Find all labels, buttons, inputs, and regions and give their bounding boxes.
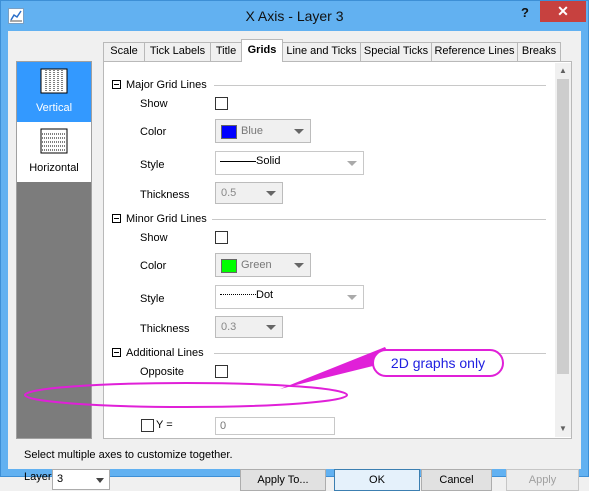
apply-to-button[interactable]: Apply To... <box>240 469 326 491</box>
title-bar[interactable]: X Axis - Layer 3 ? ✕ <box>1 1 588 31</box>
callout-highlight <box>24 347 393 408</box>
chevron-down-icon <box>96 478 104 483</box>
dialog-client-area: Scale Tick Labels Title Grids Line and T… <box>8 31 581 491</box>
layer-label: Layer <box>24 471 52 483</box>
dialog-window: X Axis - Layer 3 ? ✕ Scale Tick Labels T… <box>0 0 589 491</box>
ok-button[interactable]: OK <box>334 469 420 491</box>
help-button[interactable]: ? <box>514 3 536 23</box>
hint-text: Select multiple axes to customize togeth… <box>24 449 233 461</box>
window-title: X Axis - Layer 3 <box>245 8 344 24</box>
layer-select[interactable]: 3 <box>52 469 110 490</box>
callout-bubble: 2D graphs only <box>372 349 504 377</box>
layer-value: 3 <box>57 473 64 485</box>
apply-button[interactable]: Apply <box>506 469 579 491</box>
close-button[interactable]: ✕ <box>540 1 586 22</box>
tab-grids[interactable]: Grids <box>241 39 283 62</box>
cancel-button[interactable]: Cancel <box>421 469 492 491</box>
